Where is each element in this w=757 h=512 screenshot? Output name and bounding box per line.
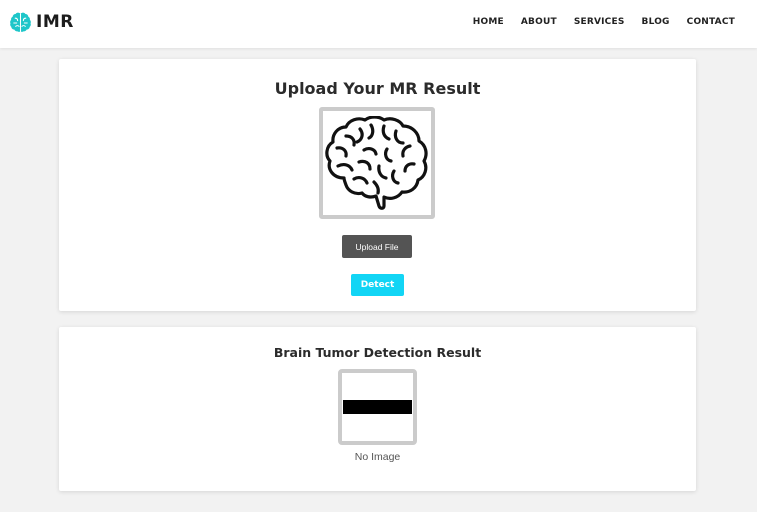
upload-title: Upload Your MR Result <box>274 79 481 98</box>
nav-item-contact[interactable]: CONTACT <box>687 17 735 27</box>
brand-logo[interactable]: IMR <box>9 10 74 34</box>
nav-item-blog[interactable]: BLOG <box>642 17 670 27</box>
placeholder-bar <box>343 400 412 414</box>
upload-file-button[interactable]: Upload File <box>342 235 412 258</box>
brain-outline-icon <box>325 116 428 210</box>
nav-item-home[interactable]: HOME <box>473 17 504 27</box>
no-image-label: No Image <box>354 451 401 463</box>
detect-button[interactable]: Detect <box>351 274 404 296</box>
result-card: Brain Tumor Detection Result No Image <box>59 327 696 491</box>
no-image-placeholder-icon <box>338 369 417 445</box>
brand-name: IMR <box>36 12 74 32</box>
nav-menu: HOME ABOUT SERVICES BLOG CONTACT <box>473 17 735 27</box>
nav-item-about[interactable]: ABOUT <box>521 17 557 27</box>
brain-logo-icon <box>10 12 31 32</box>
top-navbar: IMR HOME ABOUT SERVICES BLOG CONTACT <box>0 0 757 48</box>
nav-item-services[interactable]: SERVICES <box>574 17 625 27</box>
upload-card: Upload Your MR Result Upload File Detect <box>59 59 696 311</box>
mr-image-preview <box>319 107 435 219</box>
result-title: Brain Tumor Detection Result <box>273 345 482 360</box>
